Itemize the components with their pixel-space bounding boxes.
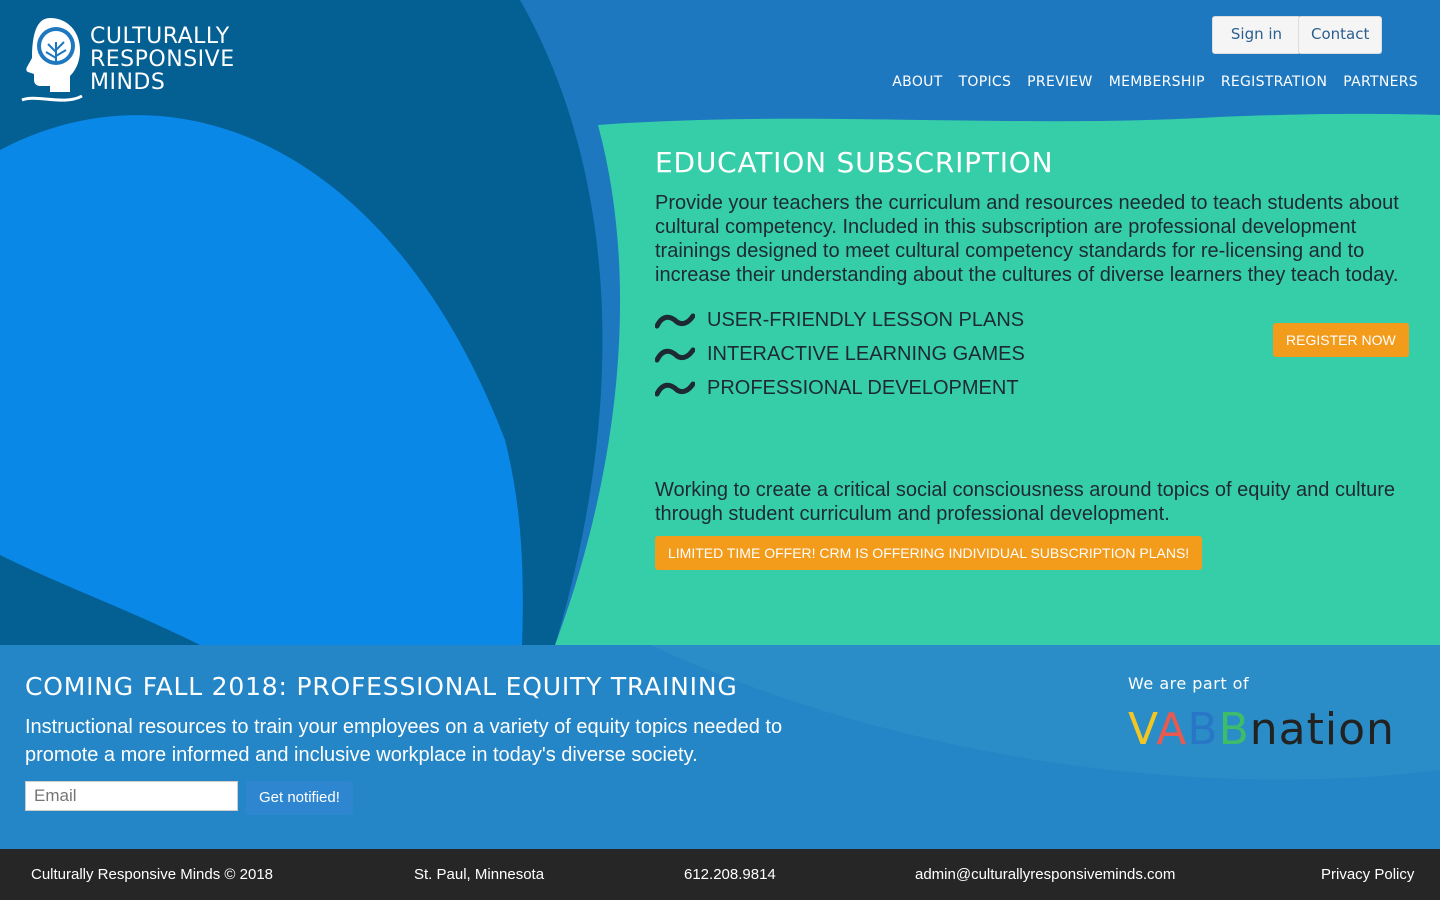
nav-membership[interactable]: MEMBERSHIP: [1109, 74, 1205, 90]
logo-line-2: RESPONSIVE: [90, 46, 235, 72]
education-title: EDUCATION SUBSCRIPTION: [655, 146, 1054, 179]
education-description: Provide your teachers the curriculum and…: [655, 192, 1399, 286]
get-notified-button[interactable]: Get notified!: [246, 781, 353, 815]
sign-in-button[interactable]: Sign in: [1212, 16, 1301, 54]
footer-copyright: Culturally Responsive Minds © 2018: [31, 866, 273, 883]
education-subscription-section: EDUCATION SUBSCRIPTION Provide your teac…: [655, 146, 1415, 570]
nav-registration[interactable]: REGISTRATION: [1221, 74, 1327, 90]
main-nav: ABOUT TOPICS PREVIEW MEMBERSHIP REGISTRA…: [876, 74, 1418, 90]
notify-form: Get notified!: [25, 781, 353, 815]
feature-label: USER-FRIENDLY LESSON PLANS: [707, 308, 1025, 331]
nav-preview[interactable]: PREVIEW: [1027, 74, 1093, 90]
vabb-rest: nation: [1249, 704, 1395, 755]
logo-line-1: CULTURALLY: [90, 23, 230, 49]
vabb-letter: A: [1156, 704, 1188, 755]
feature-item: PROFESSIONAL DEVELOPMENT: [655, 371, 1415, 405]
tilde-bullet-icon: [655, 381, 695, 397]
tilde-bullet-icon: [655, 313, 695, 329]
nav-topics[interactable]: TOPICS: [959, 74, 1012, 90]
mission-statement: Working to create a critical social cons…: [655, 479, 1396, 525]
footer-phone[interactable]: 612.208.9814: [684, 866, 776, 883]
coming-title: COMING FALL 2018: PROFESSIONAL EQUITY TR…: [25, 672, 738, 701]
nav-about[interactable]: ABOUT: [892, 74, 942, 90]
register-now-button[interactable]: REGISTER NOW: [1273, 323, 1409, 357]
nav-partners[interactable]: PARTNERS: [1343, 74, 1418, 90]
vabbnation-logo[interactable]: VABBnation: [1128, 704, 1395, 755]
footer-email[interactable]: admin@culturallyresponsiveminds.com: [915, 866, 1175, 883]
logo-line-3: MINDS: [90, 69, 166, 95]
email-input[interactable]: [25, 781, 238, 811]
coming-text: Instructional resources to train your em…: [25, 716, 783, 766]
site-footer: Culturally Responsive Minds © 2018 St. P…: [0, 849, 1440, 900]
coming-fall-section: COMING FALL 2018: PROFESSIONAL EQUITY TR…: [25, 672, 785, 769]
feature-label: INTERACTIVE LEARNING GAMES: [707, 342, 1025, 365]
feature-label: PROFESSIONAL DEVELOPMENT: [707, 376, 1019, 399]
site-logo[interactable]: CULTURALLY RESPONSIVE MINDS: [16, 14, 235, 104]
limited-offer-button[interactable]: LIMITED TIME OFFER! CRM IS OFFERING INDI…: [655, 536, 1203, 570]
vabb-letter: B: [1187, 704, 1219, 755]
logo-text: CULTURALLY RESPONSIVE MINDS: [90, 25, 235, 94]
footer-location: St. Paul, Minnesota: [414, 866, 545, 883]
vabb-letter: V: [1128, 704, 1157, 755]
head-tree-icon: [21, 18, 83, 102]
privacy-policy-link[interactable]: Privacy Policy: [1321, 866, 1414, 883]
vabb-letter: B: [1218, 704, 1250, 755]
partner-label: We are part of: [1128, 674, 1250, 693]
tilde-bullet-icon: [655, 347, 695, 363]
contact-button[interactable]: Contact: [1298, 16, 1382, 54]
